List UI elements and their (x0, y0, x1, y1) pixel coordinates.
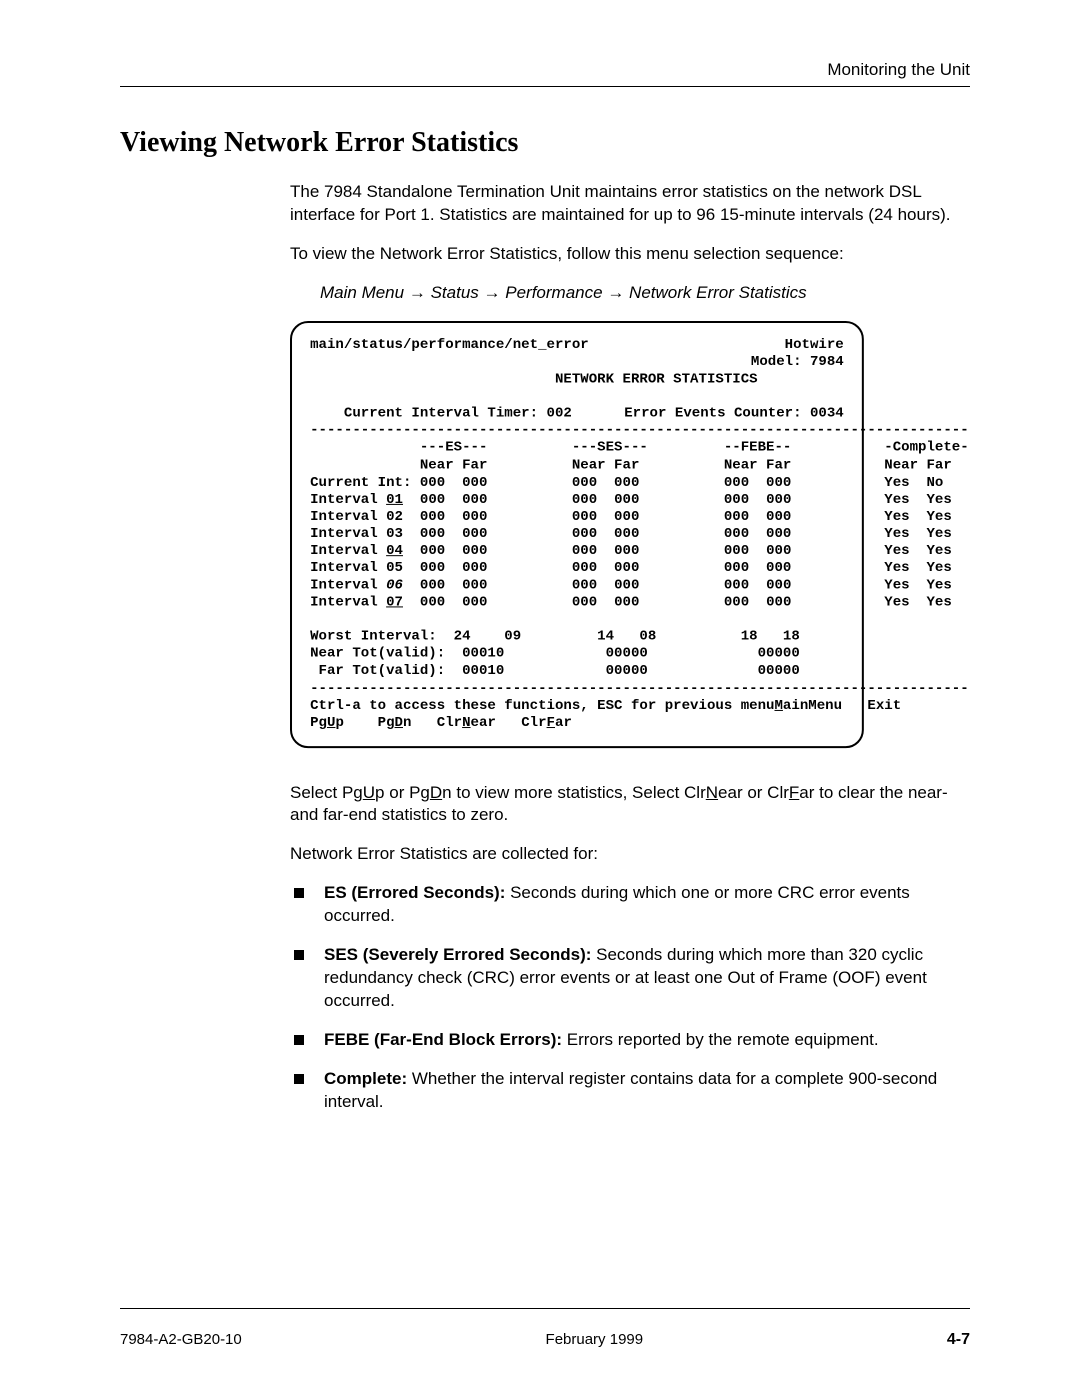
definition-item: ES (Errored Seconds): Seconds during whi… (290, 882, 960, 928)
page-title: Viewing Network Error Statistics (120, 127, 970, 159)
footer-date: February 1999 (546, 1331, 644, 1349)
definitions-list: ES (Errored Seconds): Seconds during whi… (290, 882, 960, 1114)
definition-item: FEBE (Far-End Block Errors): Errors repo… (290, 1029, 960, 1052)
post-terminal-paragraph-2: Network Error Statistics are collected f… (290, 843, 960, 866)
terminal-screen: main/status/performance/net_errorHotwire… (290, 321, 864, 748)
header-rule (120, 86, 970, 87)
footer-rule (120, 1308, 970, 1309)
intro-paragraph-2: To view the Network Error Statistics, fo… (290, 243, 960, 266)
footer: 7984-A2-GB20-10 February 1999 4-7 (120, 1331, 970, 1349)
definition-item: SES (Severely Errored Seconds): Seconds … (290, 944, 960, 1013)
footer-doc-id: 7984-A2-GB20-10 (120, 1331, 242, 1349)
footer-page-number: 4-7 (947, 1331, 970, 1349)
running-header: Monitoring the Unit (120, 60, 970, 80)
intro-paragraph: The 7984 Standalone Termination Unit mai… (290, 181, 960, 227)
definition-item: Complete: Whether the interval register … (290, 1068, 960, 1114)
post-terminal-paragraph: Select PgUp or PgDn to view more statist… (290, 782, 960, 828)
menu-sequence: Main Menu → Status → Performance → Netwo… (290, 282, 960, 305)
